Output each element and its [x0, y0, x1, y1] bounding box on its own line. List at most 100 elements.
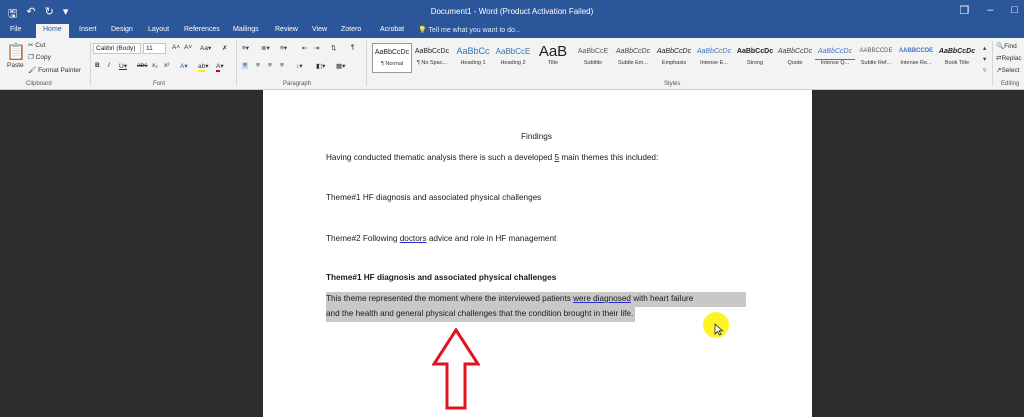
superscript-icon[interactable]: x² [164, 62, 169, 69]
tab-home[interactable]: Home [36, 24, 69, 38]
style-name: Quote [787, 60, 803, 66]
font-color-icon[interactable]: A▾ [216, 62, 224, 72]
tab-insert[interactable]: Insert [79, 26, 97, 33]
group-divider [236, 41, 237, 86]
borders-icon[interactable]: ▦▾ [336, 62, 345, 70]
tab-mailings[interactable]: Mailings [233, 26, 259, 33]
style-item[interactable]: AABBCCDE Intense Re... [896, 43, 936, 73]
tab-design[interactable]: Design [111, 26, 133, 33]
cursor-highlight [703, 312, 729, 338]
underline-icon[interactable]: U▾ [119, 62, 127, 70]
shrink-font-icon[interactable]: A˅ [184, 44, 192, 51]
sort-icon[interactable]: ⇅ [331, 44, 336, 52]
format-painter-button[interactable]: 🖌 Format Painter [28, 66, 81, 74]
strikethrough-icon[interactable]: abc [137, 62, 147, 69]
highlight-color-icon[interactable]: ab▾ [198, 62, 209, 72]
bold-icon[interactable]: B [95, 62, 100, 69]
style-item[interactable]: AaB Title [533, 43, 573, 73]
style-name: Emphasis [661, 60, 687, 66]
maximize-icon[interactable]: □ [1011, 4, 1018, 17]
style-name: Subtle Ref... [860, 60, 892, 66]
style-item[interactable]: AaBbCcDc ¶ No Spac... [412, 43, 452, 73]
ribbon-options-icon[interactable]: ❐ [959, 4, 969, 17]
align-left-icon[interactable]: ≡ [242, 62, 248, 69]
text-effects-icon[interactable]: A▾ [180, 62, 188, 70]
justify-icon[interactable]: ≡ [280, 62, 284, 69]
tab-file[interactable]: File [10, 26, 21, 33]
document-canvas: Findings Having conducted thematic analy… [0, 90, 1024, 417]
tab-acrobat[interactable]: Acrobat [380, 26, 404, 33]
style-preview: AaBbCcDc [736, 48, 774, 55]
change-case-icon[interactable]: Aa▾ [200, 44, 211, 52]
window-controls: ❐ – □ [959, 4, 1018, 17]
numbering-icon[interactable]: ≣▾ [261, 44, 270, 52]
tab-references[interactable]: References [184, 26, 220, 33]
replace-button[interactable]: ⇄Replac [996, 54, 1022, 62]
shading-icon[interactable]: ◧▾ [316, 62, 325, 70]
font-group-label: Font [153, 81, 166, 87]
tab-zotero[interactable]: Zotero [341, 26, 361, 33]
grow-font-icon[interactable]: A˄ [172, 44, 180, 51]
font-size-dropdown[interactable]: 11 [143, 43, 166, 54]
tell-me-box[interactable]: 💡 Tell me what you want to do... [418, 26, 521, 34]
style-item[interactable]: AaBbCcDc Quote [775, 43, 815, 73]
italic-icon[interactable]: I [108, 62, 110, 69]
gallery-more-icon[interactable]: ▿ [983, 66, 986, 74]
style-preview: AaBbCcDc [938, 48, 976, 55]
selected-paragraph[interactable]: This theme represented the moment where … [326, 292, 746, 326]
increase-indent-icon[interactable]: ⇥ [314, 44, 319, 52]
style-item[interactable]: AaBbCcDc Intense E... [694, 43, 734, 73]
font-name-dropdown[interactable]: Calibri (Body) [93, 43, 141, 54]
style-item[interactable]: AaBbCcDc Emphasis [654, 43, 694, 73]
tab-view[interactable]: View [312, 26, 327, 33]
minimize-icon[interactable]: – [987, 4, 993, 17]
style-preview: AaB [538, 43, 568, 60]
line-spacing-icon[interactable]: ↕▾ [296, 62, 303, 70]
multilevel-list-icon[interactable]: ≡▾ [280, 44, 287, 52]
style-item[interactable]: AaBbCcDc Book Title [937, 43, 977, 73]
clear-formatting-icon[interactable]: ✗ [222, 44, 227, 52]
gallery-scroll-down-icon[interactable]: ▾ [983, 55, 986, 63]
styles-group-label: Styles [664, 81, 681, 87]
style-item[interactable]: AaBbCc Heading 1 [453, 43, 493, 73]
editing-group-label: Editing [1001, 81, 1020, 87]
style-preview: AABBCCDE [898, 48, 934, 54]
theme1-heading: Theme#1 HF diagnosis and associated phys… [326, 273, 557, 282]
paste-button[interactable]: Paste [7, 62, 24, 69]
style-item[interactable]: AaBbCcE Subtitle [573, 43, 613, 73]
style-preview: AaBbCcDc [374, 49, 410, 56]
style-item[interactable]: AaBbCcDc Intense Q... [815, 43, 855, 73]
theme1-line: Theme#1 HF diagnosis and associated phys… [326, 193, 542, 202]
style-item[interactable]: AABBCCDE Subtle Ref... [856, 43, 896, 73]
show-formatting-icon[interactable]: ¶ [351, 44, 355, 51]
subscript-icon[interactable]: x₂ [152, 62, 158, 69]
style-name: Intense E... [700, 60, 728, 66]
gallery-scroll-up-icon[interactable]: ▴ [983, 44, 986, 52]
style-name: Subtitle [583, 60, 603, 66]
tab-review[interactable]: Review [275, 26, 298, 33]
style-preview: AaBbCcDc [696, 48, 732, 55]
style-preview: AaBbCcDc [815, 43, 855, 60]
bullets-icon[interactable]: ≡▾ [242, 44, 249, 52]
document-page[interactable]: Findings Having conducted thematic analy… [263, 90, 812, 417]
group-divider [366, 41, 367, 86]
group-divider [90, 41, 91, 86]
copy-button[interactable]: ❐ Copy [28, 53, 51, 61]
style-name: Strong [746, 60, 764, 66]
cut-button[interactable]: ✂ Cut [28, 41, 45, 49]
select-button[interactable]: ↗Select [996, 66, 1020, 74]
style-item[interactable]: AaBbCcDc Subtle Em... [613, 43, 653, 73]
selected-line-2: and the health and general physical chal… [326, 307, 636, 322]
style-item[interactable]: AaBbCcE Heading 2 [493, 43, 533, 73]
style-preview: AaBbCcDc [615, 48, 651, 55]
paste-icon[interactable]: 📋 [6, 42, 26, 62]
decrease-indent-icon[interactable]: ⇤ [302, 44, 307, 52]
style-item[interactable]: AaBbCcDc ¶ Normal [372, 43, 412, 73]
find-button[interactable]: 🔍Find [996, 42, 1017, 50]
style-item[interactable]: AaBbCcDc Strong [735, 43, 775, 73]
tab-layout[interactable]: Layout [148, 26, 169, 33]
clipboard-group-label: Clipboard [26, 81, 52, 87]
align-right-icon[interactable]: ≡ [268, 62, 272, 69]
paragraph-group-label: Paragraph [283, 81, 312, 87]
align-center-icon[interactable]: ≡ [256, 62, 260, 69]
